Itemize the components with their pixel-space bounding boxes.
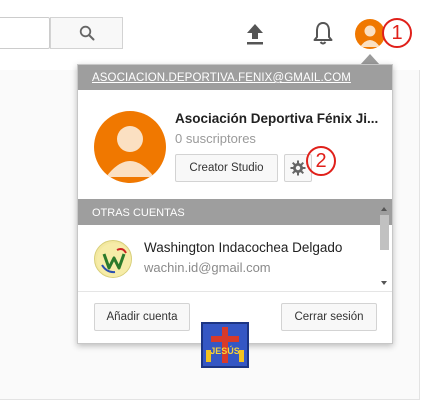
youtube-page: 1 ASOCIACION.DEPORTIVA.FENIX@GMAIL.COM A…	[0, 0, 435, 402]
other-account-email: wachin.id@gmail.com	[144, 260, 271, 275]
account-avatar-button[interactable]	[355, 19, 385, 49]
annotation-marker-2: 2	[306, 146, 336, 176]
jesus-logo-icon: JESÚS	[203, 324, 247, 366]
gear-icon	[290, 160, 306, 176]
accounts-scrollbar[interactable]	[380, 207, 390, 289]
subscriber-count: 0 suscriptores	[175, 131, 256, 146]
w-logo-icon	[97, 243, 131, 277]
search-button[interactable]	[50, 17, 123, 49]
other-account-item[interactable]: Washington Indacochea Delgado wachin.id@…	[78, 225, 378, 287]
search-icon	[79, 25, 94, 41]
other-account-avatar	[94, 240, 132, 278]
scroll-up-arrow-icon[interactable]	[381, 207, 387, 211]
other-account-name: Washington Indacochea Delgado	[144, 240, 343, 255]
upload-icon[interactable]	[244, 22, 266, 46]
scroll-thumb[interactable]	[380, 215, 389, 250]
jesus-logo: JESÚS	[201, 322, 249, 368]
menu-divider	[78, 291, 392, 292]
other-accounts-header: OTRAS CUENTAS	[78, 199, 392, 225]
account-avatar-large[interactable]	[94, 111, 166, 183]
logo-text: JESÚS	[210, 345, 240, 356]
annotation-marker-1: 1	[382, 18, 412, 48]
creator-studio-button[interactable]: Creator Studio	[175, 154, 278, 182]
sign-out-button[interactable]: Cerrar sesión	[281, 303, 377, 331]
add-account-button[interactable]: Añadir cuenta	[94, 303, 190, 331]
avatar-icon	[106, 126, 154, 177]
account-email-link[interactable]: ASOCIACION.DEPORTIVA.FENIX@GMAIL.COM	[78, 65, 392, 90]
avatar-icon	[360, 25, 380, 47]
bell-icon[interactable]	[311, 20, 335, 46]
scroll-down-arrow-icon[interactable]	[381, 281, 387, 285]
account-menu: ASOCIACION.DEPORTIVA.FENIX@GMAIL.COM Aso…	[77, 64, 393, 344]
search-input[interactable]	[0, 17, 50, 49]
account-name: Asociación Deportiva Fénix Ji...	[175, 111, 379, 126]
